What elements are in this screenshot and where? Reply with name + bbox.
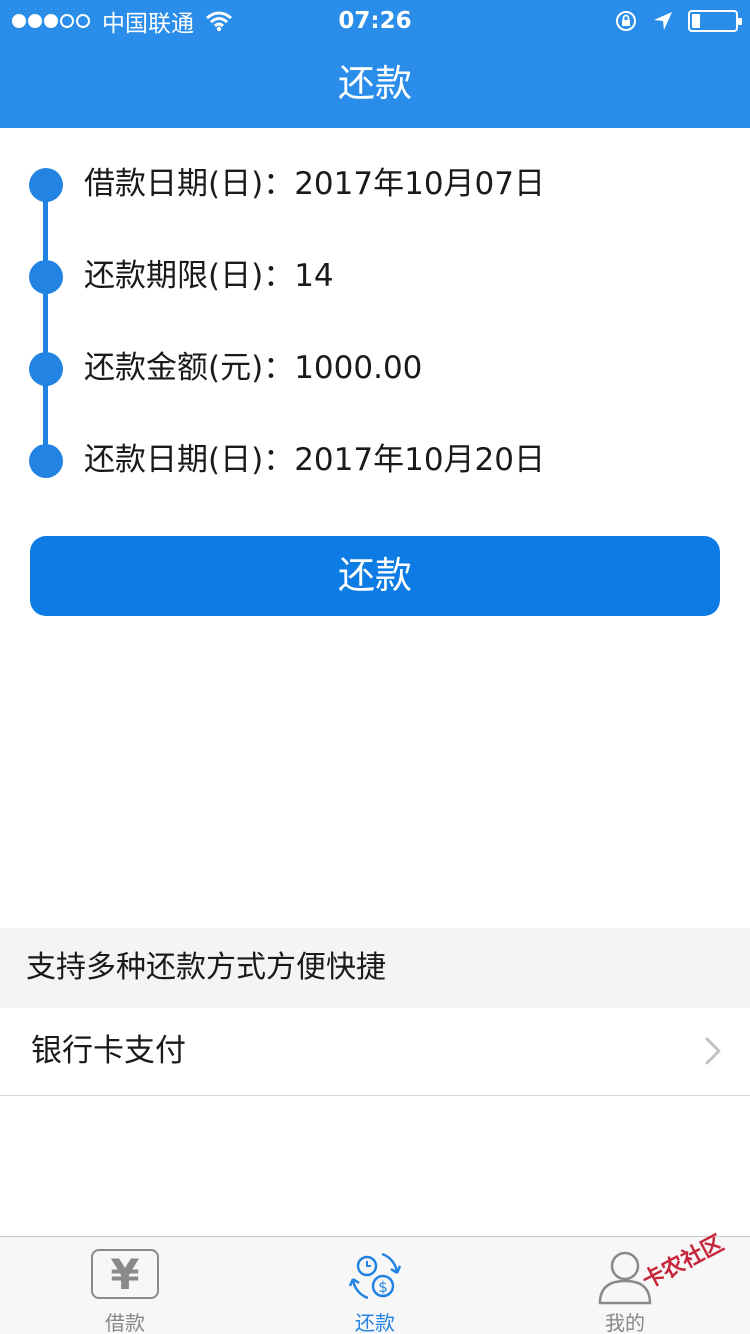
timeline-value: 2017年10月07日 — [294, 166, 545, 202]
battery-icon — [688, 10, 742, 32]
timeline-dot — [29, 260, 63, 294]
timeline-value: 2017年10月20日 — [294, 442, 545, 478]
header-bar: 中国联通 07:26 还款 — [0, 0, 750, 128]
tab-borrow[interactable]: ¥ 借款 — [0, 1237, 250, 1334]
tab-label: 还款 — [355, 1311, 395, 1334]
timeline-label: 还款期限(日)： — [84, 258, 295, 294]
page-title: 还款 — [338, 62, 412, 105]
loan-timeline: 借款日期(日)：2017年10月07日 还款期限(日)：14 还款金额(元)：1… — [0, 128, 750, 520]
status-right — [600, 8, 742, 34]
timeline-item-loan-date: 借款日期(日)：2017年10月07日 — [0, 160, 750, 208]
payment-methods-title: 支持多种还款方式方便快捷 — [26, 950, 386, 985]
timeline-dot — [29, 444, 63, 478]
timeline-label: 还款日期(日)： — [84, 442, 295, 478]
tab-label: 我的 — [605, 1311, 645, 1334]
timeline-item-repay-term: 还款期限(日)：14 — [0, 252, 750, 300]
repay-button[interactable]: 还款 — [30, 536, 720, 616]
timeline-text: 还款日期(日)：2017年10月20日 — [84, 436, 545, 484]
timeline-dot — [29, 352, 63, 386]
timeline-dot — [29, 168, 63, 202]
rotation-lock-icon — [616, 11, 636, 31]
payment-method-label: 银行卡支付 — [31, 1033, 186, 1069]
timeline-text: 还款期限(日)：14 — [84, 252, 334, 300]
status-bar: 中国联通 07:26 — [0, 0, 750, 40]
timeline-text: 借款日期(日)：2017年10月07日 — [84, 160, 545, 208]
payment-method-bank-card[interactable]: 银行卡支付 — [0, 1008, 750, 1096]
location-arrow-icon — [654, 12, 672, 30]
chevron-right-icon — [705, 1037, 721, 1065]
tab-label: 借款 — [105, 1311, 145, 1334]
timeline-label: 还款金额(元)： — [84, 350, 295, 386]
svg-text:$: $ — [378, 1278, 388, 1296]
timeline-item-repay-date: 还款日期(日)：2017年10月20日 — [0, 436, 750, 484]
tab-icon-wrap: ¥ — [0, 1247, 250, 1305]
payment-methods-header: 支持多种还款方式方便快捷 — [0, 928, 750, 1008]
timeline-text: 还款金额(元)：1000.00 — [84, 344, 422, 392]
tab-repay[interactable]: $ 还款 — [250, 1237, 500, 1334]
timeline-item-repay-amount: 还款金额(元)：1000.00 — [0, 344, 750, 392]
timeline-line — [43, 184, 48, 460]
tab-icon-wrap: $ — [250, 1247, 500, 1305]
tab-bar: ¥ 借款 $ 还款 我的 — [0, 1236, 750, 1334]
timeline-label: 借款日期(日)： — [84, 166, 295, 202]
timeline-value: 1000.00 — [294, 350, 423, 386]
yen-icon: ¥ — [91, 1249, 159, 1299]
timeline-value: 14 — [294, 258, 334, 294]
repay-cycle-icon: $ — [348, 1252, 402, 1300]
